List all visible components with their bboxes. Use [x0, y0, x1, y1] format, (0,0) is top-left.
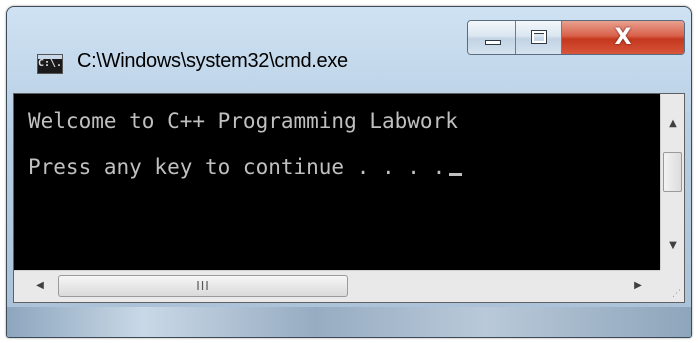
scroll-right-arrow-icon[interactable]: ▶: [626, 274, 650, 298]
scroll-left-arrow-icon[interactable]: ◀: [28, 274, 52, 298]
close-icon: X: [614, 25, 632, 50]
minimize-icon: [485, 40, 501, 45]
window-title: C:\Windows\system32\cmd.exe: [77, 50, 348, 72]
maximize-icon: [531, 30, 547, 44]
text-cursor: [449, 173, 463, 176]
vertical-scrollbar[interactable]: ▲ ▼: [660, 94, 684, 270]
cmd-window: C:\. C:\Windows\system32\cmd.exe X Welco…: [6, 6, 692, 338]
app-icon-label: C:\.: [38, 58, 63, 69]
horizontal-scrollbar[interactable]: ◀ III ▶: [14, 270, 660, 302]
window-bottom-border: [7, 307, 691, 337]
horizontal-scroll-thumb[interactable]: III: [58, 275, 348, 297]
console-frame: Welcome to C++ Programming Labwork Press…: [13, 93, 685, 303]
title-bar[interactable]: C:\. C:\Windows\system32\cmd.exe X: [7, 7, 691, 93]
console-line-press-key: Press any key to continue . . . .: [28, 155, 446, 179]
scroll-down-arrow-icon[interactable]: ▼: [661, 234, 685, 258]
console-output[interactable]: Welcome to C++ Programming Labwork Press…: [14, 94, 660, 270]
vertical-scroll-thumb[interactable]: [663, 152, 682, 192]
scroll-up-arrow-icon[interactable]: ▲: [661, 112, 685, 136]
cmd-app-icon[interactable]: C:\.: [37, 54, 63, 74]
app-icon-bar: [38, 55, 62, 59]
console-line-welcome: Welcome to C++ Programming Labwork: [28, 109, 458, 133]
minimize-button[interactable]: [468, 21, 516, 54]
size-grip-icon[interactable]: ⋰: [660, 270, 684, 302]
maximize-button[interactable]: [516, 21, 562, 54]
caption-buttons: X: [467, 20, 685, 55]
close-button[interactable]: X: [562, 21, 684, 54]
